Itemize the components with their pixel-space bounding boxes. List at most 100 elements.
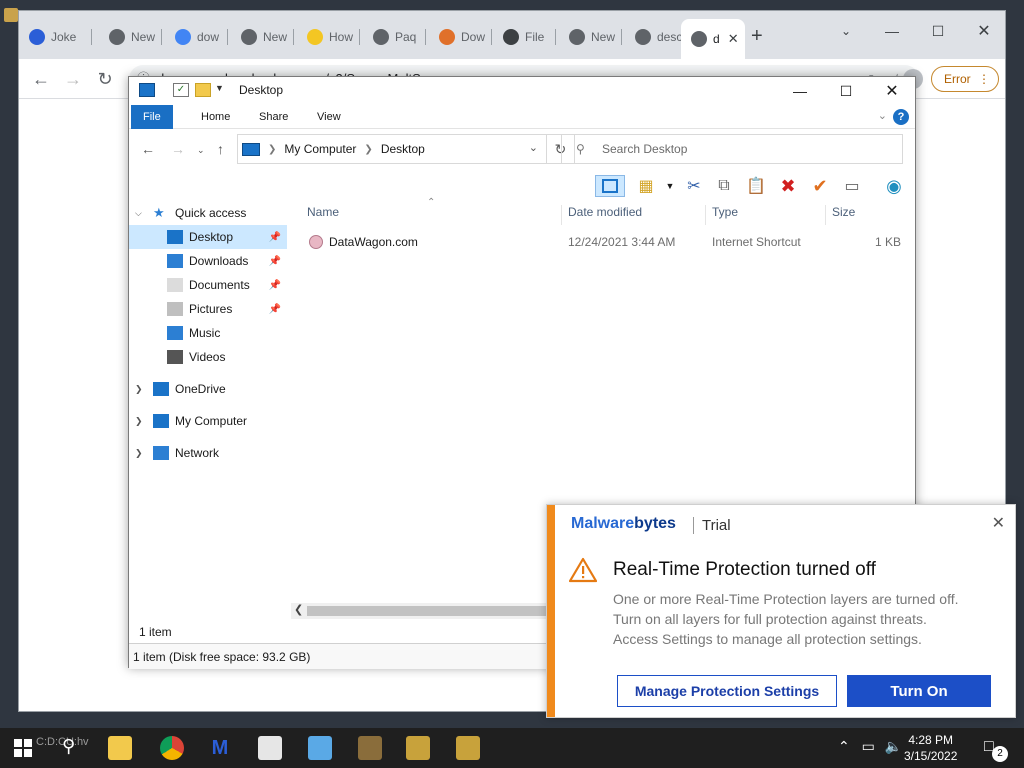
nav-item-music[interactable]: Music [129,321,287,345]
view-dropdown-icon[interactable]: ▼ [659,175,681,197]
pin-icon[interactable]: 📌 [269,304,281,315]
recent-locations-chevron-icon[interactable]: ⌄ [197,145,205,156]
scroll-left-icon[interactable]: ❮ [294,603,303,616]
new-folder-icon[interactable] [195,83,211,97]
tab-view[interactable]: View [305,105,353,129]
pin-icon[interactable]: 📌 [269,256,281,267]
back-button[interactable]: ← [29,67,53,91]
browser-tab[interactable]: dow [165,23,225,51]
browser-tab[interactable]: d ✕ [681,19,745,59]
browser-tab[interactable]: Joke [19,23,89,51]
preview-pane-icon[interactable] [595,175,625,197]
view-options-icon[interactable]: ▦ [635,175,657,197]
delete-icon[interactable]: ✖ [777,175,799,197]
desktop-shortcut-icon[interactable] [4,8,18,22]
breadcrumb-desktop[interactable]: Desktop [381,142,425,156]
volume-icon[interactable]: 🔈 [885,738,902,754]
expand-chevron-right-icon[interactable]: ❯ [135,416,147,427]
forward-button[interactable]: → [61,67,85,91]
column-divider[interactable] [825,205,826,225]
horizontal-scrollbar[interactable]: ❮ [291,603,551,619]
address-dropdown-icon[interactable]: ⌄ [529,141,538,154]
tab-file[interactable]: File [131,105,173,129]
browser-tab[interactable]: File [493,23,553,51]
expand-chevron-right-icon[interactable]: ❯ [135,384,147,395]
globe-icon[interactable]: ◉ [883,175,905,197]
cut-icon[interactable]: ✂ [683,175,705,197]
notepad-taskbar-icon[interactable] [258,736,282,760]
windows-start-icon[interactable] [14,739,32,757]
nav-item-quick-access[interactable]: ⌵ ★ Quick access [129,201,287,225]
nav-item-downloads[interactable]: Downloads 📌 [129,249,287,273]
pin-icon[interactable]: 📌 [269,232,281,243]
taskbar-clock[interactable]: 4:28 PM 3/15/2022 [904,732,957,764]
explorer-back-button[interactable]: ← [141,141,155,157]
tab-close-icon[interactable]: ✕ [728,31,739,47]
scrollbar-thumb[interactable] [307,606,547,616]
expand-chevron-right-icon[interactable]: ❯ [135,448,147,459]
column-divider[interactable] [561,205,562,225]
expand-chevron-down-icon[interactable]: ⌵ [135,208,147,219]
rename-icon[interactable]: ▭ [841,175,863,197]
customize-quick-access-icon[interactable]: ▼ [215,83,231,97]
nav-item-network[interactable]: ❯ Network [129,441,287,465]
nav-item-pictures[interactable]: Pictures 📌 [129,297,287,321]
browser-tab[interactable]: Dow [429,23,489,51]
browser-tab[interactable]: How [297,23,357,51]
tab-home[interactable]: Home [189,105,242,129]
nav-item-my-computer[interactable]: ❯ My Computer [129,409,287,433]
paste-icon[interactable]: 📋 [745,175,767,197]
taskbar-search-icon[interactable]: ⚲ [62,736,75,757]
column-header-size[interactable]: Size [832,205,855,225]
tray-chevron-icon[interactable]: ⌃ [838,738,850,754]
file-row[interactable]: DataWagon.com 12/24/2021 3:44 AM Interne… [297,231,909,253]
browser-tab[interactable]: New [231,23,291,51]
notification-close-icon[interactable]: ✕ [992,513,1005,533]
close-button[interactable]: ✕ [961,17,1007,45]
nav-item-documents[interactable]: Documents 📌 [129,273,287,297]
winrar-taskbar-icon[interactable] [358,736,382,760]
breadcrumb-my-computer[interactable]: My Computer [284,142,356,156]
archive-taskbar-icon[interactable] [406,736,430,760]
column-header-date[interactable]: Date modified [568,205,642,225]
browser-tab[interactable]: New [559,23,619,51]
file-explorer-taskbar-icon[interactable] [108,736,132,760]
up-folder-button[interactable]: ↑ [217,141,224,157]
column-header-name[interactable]: Name [307,205,339,225]
search-input[interactable]: ⚲ Search Desktop [561,134,903,164]
network-icon[interactable]: ▭ [862,738,875,754]
explorer-maximize-button[interactable]: ☐ [823,77,869,105]
reload-button[interactable]: ↻ [93,67,117,91]
explorer-forward-button[interactable]: → [171,141,185,157]
malwarebytes-taskbar-icon[interactable]: M [208,736,232,760]
tab-share[interactable]: Share [247,105,300,129]
tab-search-chevron-icon[interactable]: ⌄ [823,17,869,45]
copy-icon[interactable]: ⧉ [713,175,735,197]
menu-dots-icon[interactable]: ⋮ [978,67,990,91]
minimize-button[interactable]: — [869,17,915,45]
explorer-address-bar[interactable]: ❯ My Computer ❯ Desktop ⌄ [237,134,547,164]
package-taskbar-icon[interactable] [456,736,480,760]
maximize-button[interactable]: ☐ [915,17,961,45]
browser-tab[interactable]: desc [625,23,681,51]
turn-on-button[interactable]: Turn On [847,675,991,707]
nav-item-onedrive[interactable]: ❯ OneDrive [129,377,287,401]
control-panel-taskbar-icon[interactable] [308,736,332,760]
properties-check-icon[interactable]: ✓ [173,83,189,97]
expand-ribbon-chevron-icon[interactable]: ⌄ [878,109,887,122]
nav-item-desktop[interactable]: Desktop 📌 [129,225,287,249]
explorer-minimize-button[interactable]: — [777,77,823,105]
browser-tab[interactable]: Paq [363,23,423,51]
column-header-type[interactable]: Type [712,205,738,225]
nav-item-videos[interactable]: Videos [129,345,287,369]
help-icon[interactable]: ? [893,109,909,125]
profile-error-button[interactable]: Error ⋮ [931,66,999,92]
checkmark-icon[interactable]: ✔ [809,175,831,197]
explorer-close-button[interactable]: ✕ [869,77,915,105]
new-tab-button[interactable]: + [751,25,763,48]
browser-tab[interactable]: New [99,23,159,51]
chrome-taskbar-icon[interactable] [160,736,184,760]
pin-icon[interactable]: 📌 [269,280,281,291]
column-divider[interactable] [705,205,706,225]
manage-protection-settings-button[interactable]: Manage Protection Settings [617,675,837,707]
